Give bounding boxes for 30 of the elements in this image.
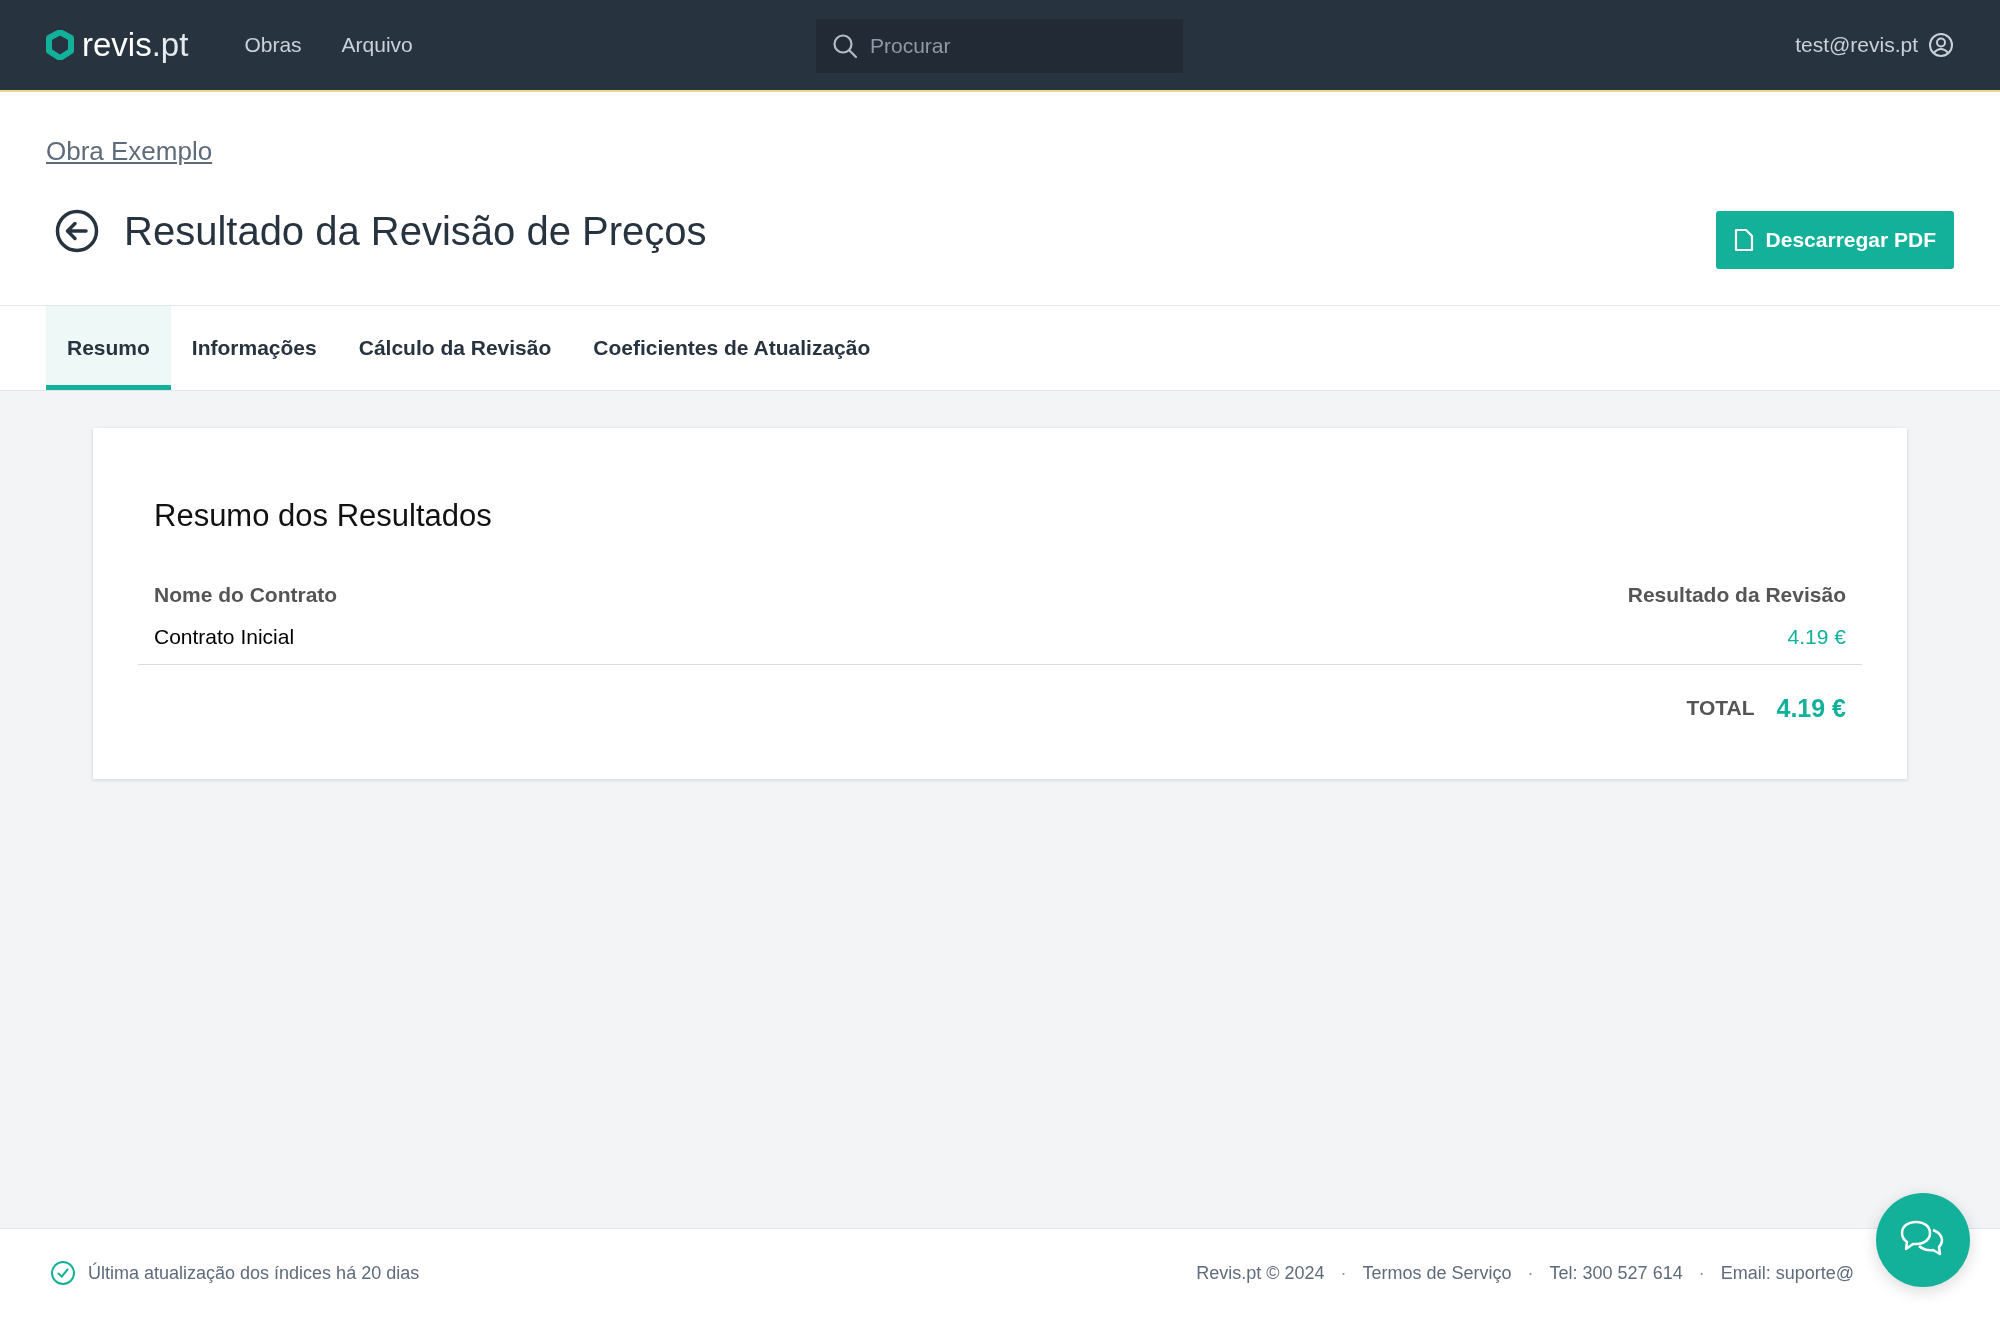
column-header: Nome do Contrato — [154, 583, 338, 607]
footer-link[interactable]: Tel: 300 527 614 — [1549, 1262, 1683, 1284]
user-icon[interactable] — [1928, 32, 1954, 58]
footer-link[interactable]: Termos de Serviço — [1362, 1262, 1512, 1284]
separator-dot: · — [1698, 1262, 1705, 1284]
contract-name: Contrato Inicial — [154, 625, 295, 649]
footer-link[interactable]: Revis.pt © 2024 — [1196, 1262, 1325, 1284]
check-circle-icon — [50, 1260, 76, 1286]
footer-link[interactable]: Email: suporte@ — [1720, 1262, 1854, 1284]
nav-link[interactable]: Obras — [244, 33, 302, 57]
page-title: Resultado da Revisão de Preços — [124, 208, 707, 254]
result-value: 4.19 € — [1787, 625, 1846, 649]
total-label: TOTAL — [1686, 696, 1755, 720]
update-status: Última atualização dos índices há 20 dias — [88, 1262, 420, 1284]
document-icon — [1733, 228, 1754, 252]
separator-dot: · — [1527, 1262, 1534, 1284]
tab[interactable]: Coeficientes de Atualização — [572, 306, 892, 390]
card-title: Resumo dos Resultados — [154, 498, 493, 534]
column-header: Resultado da Revisão — [1627, 583, 1846, 607]
tab[interactable]: Cálculo da Revisão — [337, 306, 573, 390]
separator-dot: · — [1340, 1262, 1347, 1284]
search-field[interactable]: Procurar — [816, 19, 1183, 73]
search-icon — [832, 33, 858, 59]
tab[interactable]: Resumo — [46, 306, 171, 390]
user-email[interactable]: test@revis.pt — [1795, 33, 1918, 57]
nav-link[interactable]: Arquivo — [341, 33, 413, 57]
revis-logo[interactable]: revis.pt — [46, 26, 189, 64]
tab[interactable]: Informações — [170, 306, 338, 390]
breadcrumb-link[interactable]: Obra Exemplo — [46, 136, 213, 166]
total-value: 4.19 € — [1776, 693, 1846, 723]
